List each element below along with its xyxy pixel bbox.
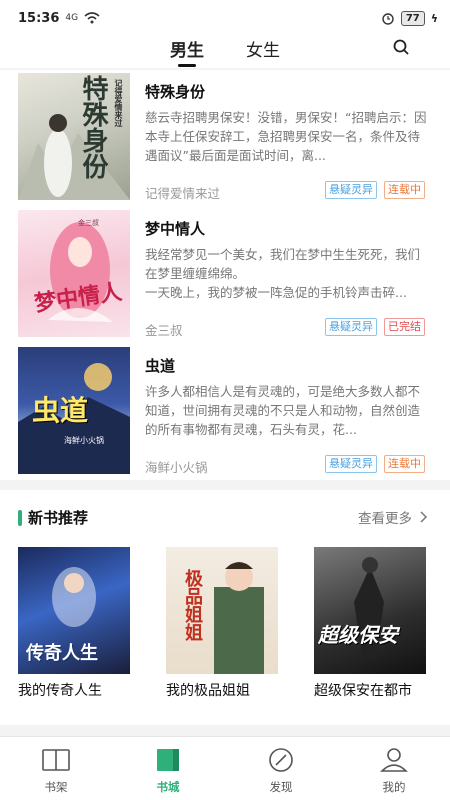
status-tag: 连载中 <box>384 455 425 473</box>
book-item[interactable]: 特殊身份 记得爱情来过 特殊身份 慈云寺招聘男保安！没错，男保安！“招聘启示：因… <box>0 73 450 203</box>
book-author: 记得爱情来过 <box>145 186 221 201</box>
new-book-name: 我的极品姐姐 <box>166 683 250 699</box>
book-author: 海鲜小火锅 <box>145 460 208 475</box>
genre-tag: 悬疑灵异 <box>325 181 377 199</box>
nav-bookshelf[interactable]: 书架 <box>26 747 86 795</box>
bookstore-icon <box>157 749 179 771</box>
book-title: 梦中情人 <box>145 220 206 238</box>
tab-male[interactable]: 男生 <box>170 36 204 61</box>
new-book-name: 我的传奇人生 <box>18 683 102 699</box>
chevron-right-icon <box>420 511 428 523</box>
section-accent-bar <box>18 510 22 526</box>
book-cover: 特殊身份 记得爱情来过 <box>18 73 130 200</box>
new-book-cover-title: 极品姐姐 <box>182 569 203 641</box>
top-nav: 男生 女生 <box>0 36 450 68</box>
charging-icon: ϟ <box>430 11 438 25</box>
book-item[interactable]: 虫道 海鲜小火锅 虫道 许多人都相信人是有灵魂的，可是绝大多数人都不知道，世间拥… <box>0 347 450 477</box>
see-more-label: 查看更多 <box>358 511 412 527</box>
new-book-cover-title: 超级保安 <box>318 623 398 647</box>
new-book-cover: 超级保安 <box>314 547 426 674</box>
alarm-icon <box>382 13 394 25</box>
nav-discover[interactable]: 发现 <box>251 747 311 795</box>
status-bar: 15:36 4G 77 ϟ <box>0 0 450 36</box>
status-tag: 已完结 <box>384 318 425 336</box>
new-book-cover-title: 传奇人生 <box>26 643 98 664</box>
nav-bookstore-label: 书城 <box>156 780 180 794</box>
new-book-name: 超级保安在都市 <box>314 683 412 699</box>
bottom-nav: 书架 书城 发现 我的 <box>0 736 450 800</box>
user-icon <box>380 748 408 772</box>
new-book-item[interactable]: 超级保安 超级保安在都市 <box>314 547 444 700</box>
book-list: 特殊身份 记得爱情来过 特殊身份 慈云寺招聘男保安！没错，男保安！“招聘启示：因… <box>0 70 450 480</box>
book-author: 金三叔 <box>145 323 183 338</box>
book-description: 慈云寺招聘男保安！没错，男保安！“招聘启示：因本寺上任保安辞工，急招聘男保安一名… <box>145 110 427 163</box>
tab-female[interactable]: 女生 <box>246 36 280 61</box>
wifi-icon <box>84 12 100 24</box>
cover-title: 特殊身份 <box>78 75 108 179</box>
search-icon[interactable] <box>392 38 410 56</box>
status-time: 15:36 <box>18 10 60 26</box>
book-item[interactable]: 梦中情人 金三叔 梦中情人 我经常梦见一个美女，我们在梦中生生死死，我们在梦里缠… <box>0 210 450 340</box>
book-title: 特殊身份 <box>145 83 206 101</box>
new-book-item[interactable]: 极品姐姐 我的极品姐姐 <box>166 547 296 700</box>
new-book-item[interactable]: 传奇人生 我的传奇人生 <box>18 547 148 700</box>
cover-author: 金三叔 <box>78 219 99 227</box>
genre-tag: 悬疑灵异 <box>325 318 377 336</box>
book-description: 许多人都相信人是有灵魂的，可是绝大多数人都不知道，世间拥有灵魂的不只是人和动物，… <box>145 384 421 437</box>
book-cover: 梦中情人 金三叔 <box>18 210 130 337</box>
compass-icon <box>269 748 293 772</box>
nav-mine[interactable]: 我的 <box>364 747 424 795</box>
cover-author: 海鲜小火锅 <box>64 436 104 445</box>
section-title: 新书推荐 <box>28 509 89 527</box>
network-label: 4G <box>65 13 79 23</box>
book-description: 我经常梦见一个美女，我们在梦中生生死死，我们在梦里缠缠绵绵。 一天晚上，我的梦被… <box>145 247 421 300</box>
nav-discover-label: 发现 <box>269 780 293 794</box>
genre-tag: 悬疑灵异 <box>325 455 377 473</box>
nav-bookstore[interactable]: 书城 <box>138 747 198 795</box>
new-books-section: 新书推荐 查看更多 传奇人生 我的传奇人生 极品姐姐 我的极品姐姐 超级保安 超… <box>0 490 450 725</box>
cover-title: 虫道 <box>32 394 89 427</box>
see-more-link[interactable]: 查看更多 <box>358 507 428 527</box>
battery-level: 77 <box>400 10 425 26</box>
status-tag: 连载中 <box>384 181 425 199</box>
cover-author: 记得爱情来过 <box>114 79 124 127</box>
tab-indicator <box>178 64 196 67</box>
nav-bookshelf-label: 书架 <box>44 780 68 794</box>
new-book-cover: 极品姐姐 <box>166 547 278 674</box>
book-title: 虫道 <box>145 357 176 375</box>
book-cover: 虫道 海鲜小火锅 <box>18 347 130 474</box>
new-book-cover: 传奇人生 <box>18 547 130 674</box>
bookshelf-icon <box>42 749 70 771</box>
nav-mine-label: 我的 <box>382 780 406 794</box>
